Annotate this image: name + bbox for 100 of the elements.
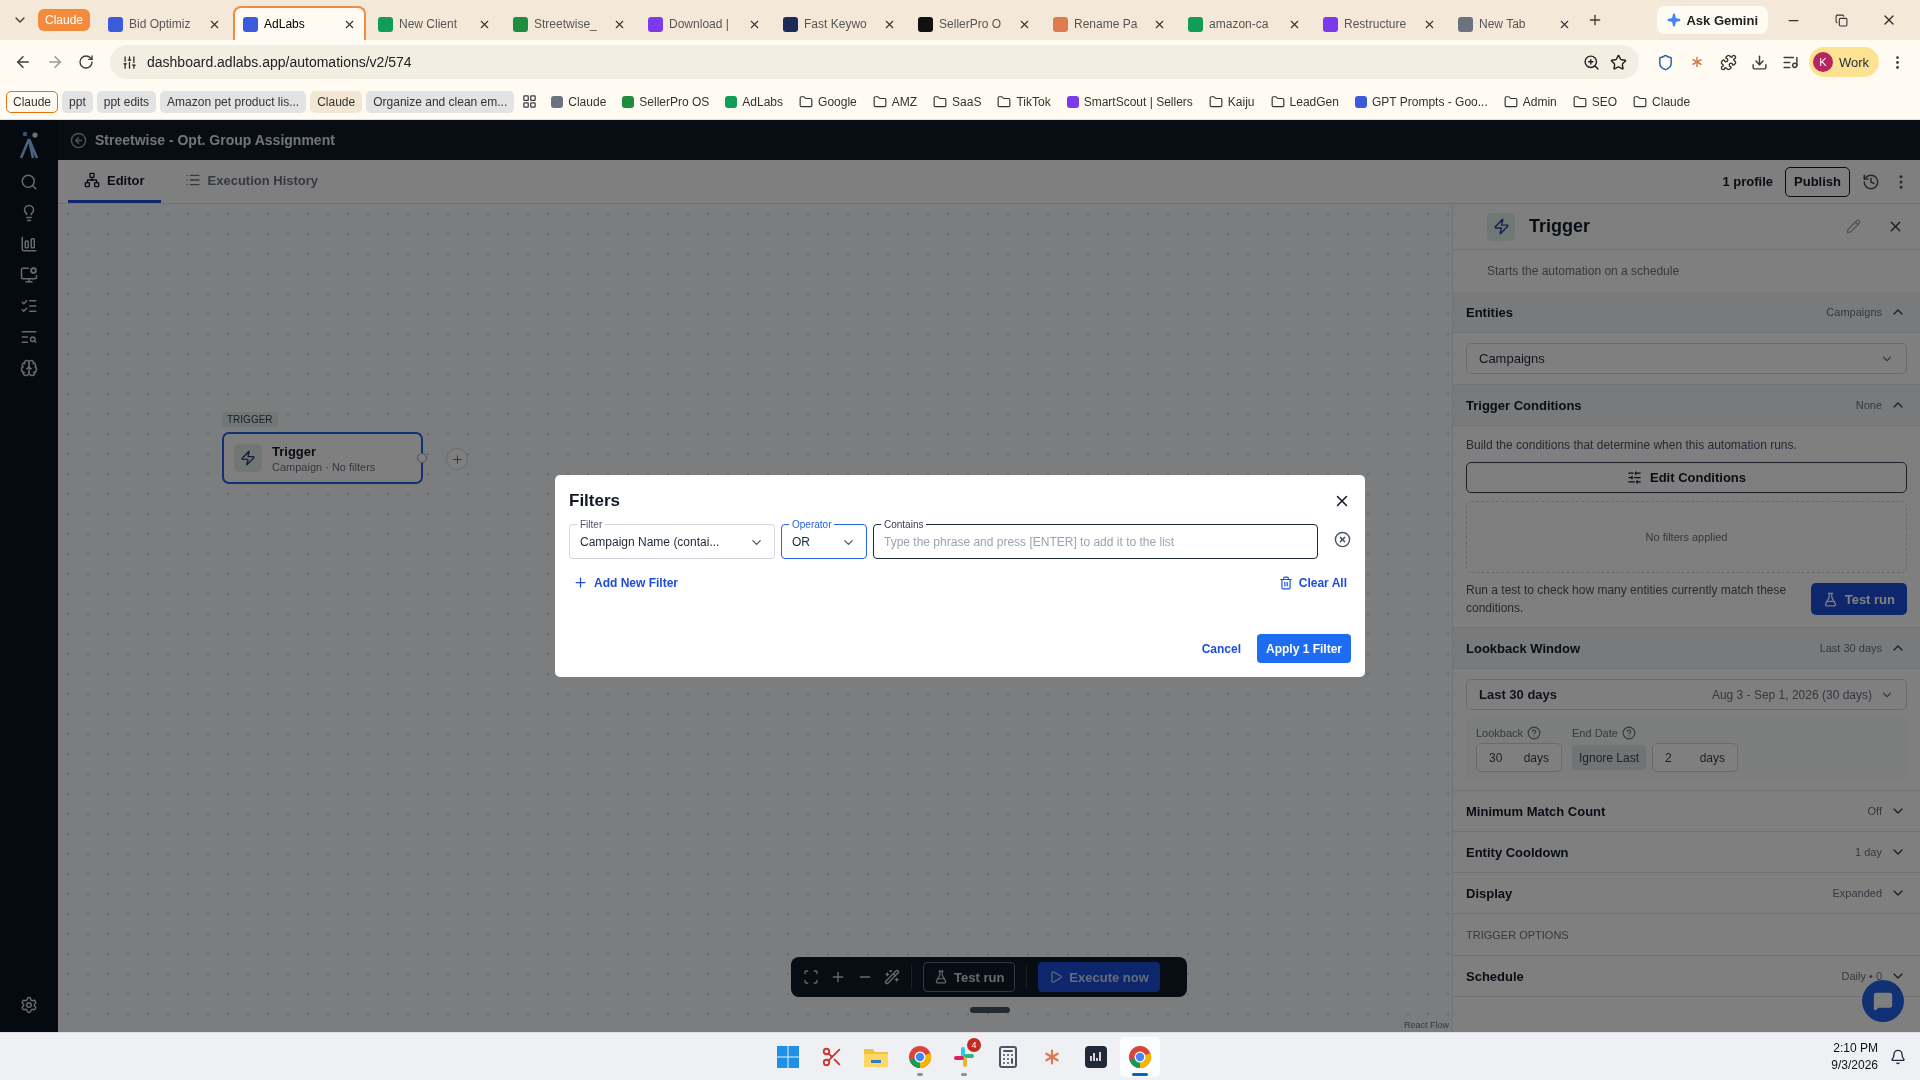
bookmark-link[interactable]: Claude — [545, 91, 613, 112]
calculator-icon[interactable] — [996, 1045, 1020, 1069]
fit-view-icon[interactable] — [803, 969, 819, 985]
browser-tab[interactable]: amazon-ca — [1178, 6, 1312, 40]
drag-handle[interactable] — [970, 1007, 1010, 1013]
browser-tab[interactable]: Fast Keywo — [773, 6, 907, 40]
apply-filter-button[interactable]: Apply 1 Filter — [1257, 634, 1351, 663]
bookmark-folder[interactable]: SEO — [1566, 91, 1624, 112]
browser-tab[interactable]: Download | — [638, 6, 772, 40]
bookmark-folder[interactable]: Admin — [1497, 91, 1563, 112]
bookmark-folder[interactable]: Kaiju — [1202, 91, 1261, 112]
section-header[interactable]: Trigger Conditions None — [1453, 385, 1920, 426]
bookmark-group[interactable]: ppt edits — [96, 90, 157, 113]
notification-icon[interactable] — [1890, 1048, 1906, 1065]
connection-handle[interactable] — [417, 453, 427, 463]
operator-select[interactable]: Operator OR — [781, 519, 867, 559]
chat-app-icon[interactable] — [953, 1046, 975, 1068]
brain-icon[interactable] — [20, 359, 38, 377]
bookmark-folder[interactable]: Google — [793, 91, 863, 112]
test-run-button[interactable]: Test run — [1810, 583, 1907, 615]
phrase-input[interactable]: Type the phrase and press [ENTER] to add it to the list — [884, 535, 1307, 549]
clock[interactable]: 2:10 PM 9/3/2026 — [1831, 1041, 1890, 1072]
bookmark-link[interactable]: SmartScout | Sellers — [1060, 91, 1199, 112]
entity-select[interactable]: Campaigns — [1466, 343, 1907, 374]
bookmark-star-icon[interactable] — [1609, 53, 1627, 71]
browser-tab[interactable]: Restructure — [1313, 6, 1447, 40]
bookmark-group[interactable]: Amazon pet product lis... — [160, 90, 307, 113]
bookmark-folder[interactable]: TikTok — [991, 91, 1057, 112]
date-range-select[interactable]: Last 30 days Aug 3 - Sep 1, 2026 (30 days) — [1466, 679, 1907, 710]
bookmark-folder[interactable]: SaaS — [927, 91, 988, 112]
chat-bubble-button[interactable] — [1862, 980, 1904, 1022]
shield-icon[interactable] — [1656, 53, 1674, 71]
puzzle-icon[interactable] — [1719, 53, 1737, 71]
taskbar-button[interactable] — [1120, 1037, 1160, 1077]
help-icon[interactable] — [1621, 726, 1636, 740]
bookmark-link[interactable]: SellerPro OS — [616, 91, 716, 112]
address-bar[interactable]: dashboard.adlabs.app/automations/v2/574 — [110, 45, 1639, 79]
add-filter-button[interactable]: Add New Filter — [569, 573, 682, 592]
help-icon[interactable] — [1527, 726, 1542, 740]
site-icon — [648, 16, 664, 32]
lookback-days-field[interactable]: 30 days — [1476, 743, 1562, 772]
clear-field-icon[interactable] — [1334, 530, 1351, 548]
bookmark-folder[interactable]: AMZ — [866, 91, 924, 112]
ask-gemini-button[interactable]: Ask Gemini — [1657, 6, 1768, 34]
list-search-icon[interactable] — [20, 328, 38, 346]
download-icon[interactable] — [1750, 53, 1768, 71]
browser-icon[interactable] — [908, 1045, 932, 1069]
browser-tab[interactable]: New Tab — [1448, 6, 1582, 40]
plus-icon — [573, 575, 588, 590]
site-icon — [1188, 16, 1204, 32]
add-node-button[interactable] — [446, 448, 468, 470]
test-run-button[interactable]: Test run — [923, 962, 1016, 992]
bookmark-folder[interactable]: LeadGen — [1264, 91, 1345, 112]
browser-tab[interactable]: Rename Pa — [1043, 6, 1177, 40]
taskbar-button[interactable]: 4 — [944, 1037, 984, 1077]
search-icon[interactable] — [20, 173, 38, 191]
browser-tab[interactable]: SellerPro O — [908, 6, 1042, 40]
bookmark-group[interactable]: Claude — [6, 90, 59, 113]
filter-select[interactable]: Filter Campaign Name (contai... — [569, 519, 775, 559]
apps-grid-icon[interactable] — [522, 94, 538, 109]
monitor-icon[interactable] — [20, 266, 38, 284]
bookmark-link[interactable]: GPT Prompts - Goo... — [1348, 91, 1494, 112]
forward-icon[interactable] — [46, 53, 64, 71]
windows-icon[interactable] — [776, 1045, 800, 1069]
profile-count: 1 profile — [1722, 174, 1774, 189]
bookmark-group[interactable]: Organize and clean em... — [366, 90, 515, 113]
zoom-icon[interactable] — [1582, 53, 1600, 71]
zoom-in-icon[interactable] — [830, 969, 846, 985]
bars-icon[interactable] — [1085, 1046, 1107, 1068]
restore-icon[interactable] — [1834, 13, 1848, 27]
clear-all-button[interactable]: Clear All — [1274, 573, 1351, 592]
browser-tab[interactable]: Bid Optimiz — [98, 6, 232, 40]
folder-icon[interactable] — [863, 1046, 889, 1068]
ignore-last-option[interactable]: Ignore Last — [1572, 745, 1647, 770]
settings-icon[interactable] — [20, 996, 38, 1014]
checklist-icon[interactable] — [20, 297, 38, 315]
reload-icon[interactable] — [78, 54, 94, 70]
site-settings-icon[interactable] — [122, 54, 137, 70]
scissors-icon[interactable] — [821, 1046, 843, 1068]
history-icon[interactable] — [1862, 172, 1880, 191]
section-header[interactable]: Lookback Window Last 30 days — [1453, 628, 1920, 669]
section-header[interactable]: Entities Campaigns — [1453, 292, 1920, 333]
browser-icon[interactable] — [1128, 1045, 1152, 1069]
edit-conditions-button[interactable]: Edit Conditions — [1466, 462, 1907, 493]
back-icon[interactable] — [14, 53, 32, 71]
cancel-button[interactable]: Cancel — [1197, 639, 1245, 658]
ignore-days-field[interactable]: 2 days — [1652, 743, 1739, 772]
bookmark-group[interactable]: ppt — [62, 90, 93, 113]
browser-tab[interactable]: Streetwise_ — [503, 6, 637, 40]
bookmark-link[interactable]: AdLabs — [719, 91, 790, 112]
bookmark-folder[interactable]: Claude — [1627, 91, 1697, 112]
browser-tab[interactable]: AdLabs — [233, 6, 367, 40]
bookmark-group[interactable]: Claude — [310, 90, 363, 113]
wand-icon[interactable] — [884, 969, 900, 985]
publish-button[interactable]: Publish — [1785, 166, 1850, 197]
profile-button[interactable]: K Work — [1808, 47, 1879, 77]
browser-tab[interactable]: New Client — [368, 6, 502, 40]
node-subtitle: Campaign · No filters — [272, 460, 376, 473]
chart-icon[interactable] — [20, 235, 38, 253]
contains-field[interactable]: Contains Type the phrase and press [ENTER] to add it to the list — [873, 519, 1318, 559]
